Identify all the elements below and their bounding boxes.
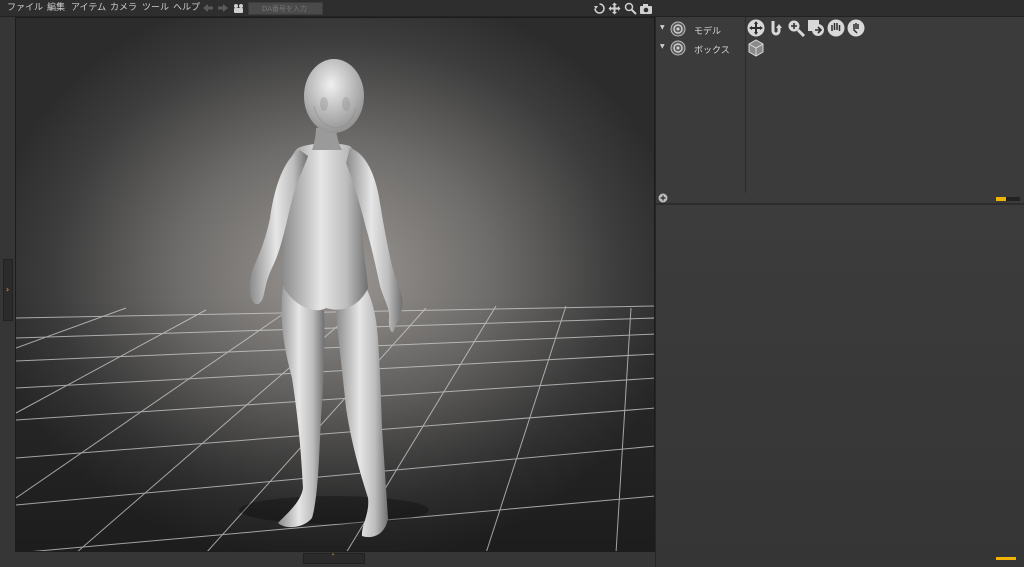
resize-handle[interactable] xyxy=(996,557,1016,560)
panel-slider[interactable] xyxy=(996,197,1020,201)
left-toggle-glyph: › xyxy=(6,285,10,294)
camera-person-icon[interactable] xyxy=(232,3,245,14)
scene-tree: ▼ モデル ▼ ボックス xyxy=(656,17,746,193)
tree-row-box[interactable]: ▼ ボックス xyxy=(656,39,746,57)
expand-left-icon[interactable]: › xyxy=(3,259,13,321)
menu-camera[interactable]: カメラ xyxy=(110,3,137,14)
hand-tool-icon[interactable] xyxy=(827,19,845,37)
bottom-toggle-glyph: ˆ xyxy=(331,553,335,562)
model-icon xyxy=(670,21,686,37)
expand-up-icon[interactable]: ˆ xyxy=(303,553,365,564)
menu-bar: ファイル 編集 アイテム カメラ ツール ヘルプ xyxy=(0,0,1024,17)
chevron-down-icon[interactable]: ▼ xyxy=(660,24,665,31)
menu-help[interactable]: ヘルプ xyxy=(173,3,200,14)
menu-file[interactable]: ファイル xyxy=(7,3,43,14)
properties-panel xyxy=(656,205,1024,567)
move-icon[interactable] xyxy=(608,2,621,15)
zoom-icon[interactable] xyxy=(624,2,637,15)
menu-item[interactable]: アイテム xyxy=(71,3,106,14)
search-input[interactable] xyxy=(248,2,323,15)
menu-tools[interactable]: ツール xyxy=(142,3,169,14)
scene-panel: ▼ モデル ▼ ボックス xyxy=(655,17,1024,567)
3d-viewport[interactable] xyxy=(15,17,655,552)
tree-label-box: ボックス xyxy=(694,46,730,56)
tree-row-model[interactable]: ▼ モデル xyxy=(656,20,746,38)
panel-slider-fill xyxy=(996,197,1006,201)
box-icon xyxy=(670,40,686,56)
grab-tool-icon[interactable] xyxy=(847,19,865,37)
undo-tool-icon[interactable] xyxy=(807,19,825,37)
rotate-icon[interactable] xyxy=(593,2,606,15)
forward-arrow-icon[interactable] xyxy=(217,3,229,13)
plus-circle-icon[interactable] xyxy=(658,193,668,203)
rotate-tool-icon[interactable] xyxy=(767,19,785,37)
cube-icon[interactable] xyxy=(747,39,765,57)
move-tool-icon[interactable] xyxy=(747,19,765,37)
tree-label-model: モデル xyxy=(694,27,722,37)
zoom-tool-icon[interactable] xyxy=(787,19,805,37)
camera-icon[interactable] xyxy=(639,2,653,15)
chevron-down-icon[interactable]: ▼ xyxy=(660,43,665,50)
viewport-scene xyxy=(16,59,654,551)
back-arrow-icon[interactable] xyxy=(202,3,214,13)
menu-edit[interactable]: 編集 xyxy=(47,3,65,14)
